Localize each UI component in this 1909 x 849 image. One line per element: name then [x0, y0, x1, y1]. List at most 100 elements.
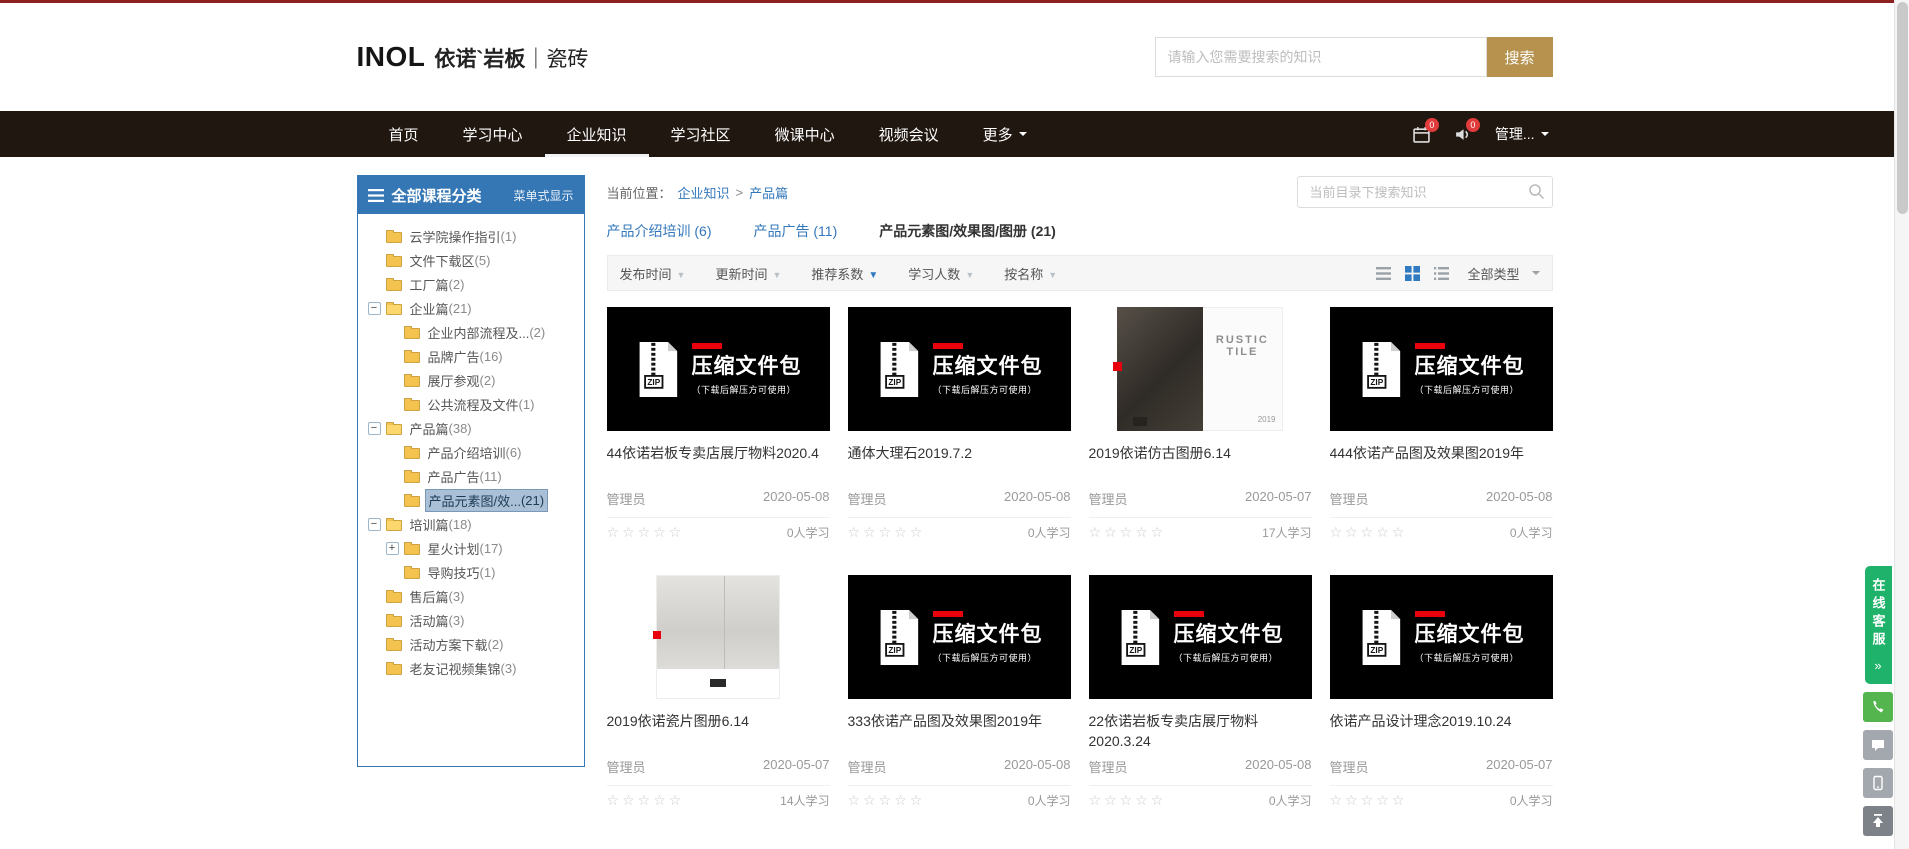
tree-item[interactable]: 活动方案下载(2) — [368, 632, 578, 656]
red-dash-decoration — [1415, 343, 1445, 349]
course-card[interactable]: ZIP 压缩文件包 （下载后解压方可使用） 444依诺产品图及效果图2019年 … — [1330, 307, 1553, 541]
course-card[interactable]: ZIP 压缩文件包 （下载后解压方可使用） 22依诺岩板专卖店展厅物料2020.… — [1089, 575, 1312, 809]
nav-item[interactable]: 首页 — [367, 111, 441, 157]
cover-image[interactable]: ZIP 压缩文件包 （下载后解压方可使用） — [1330, 307, 1553, 431]
tree-item[interactable]: −培训篇(18) — [368, 512, 578, 536]
course-card[interactable]: ZIP 压缩文件包 （下载后解压方可使用） 44依诺岩板专卖店展厅物料2020.… — [607, 307, 830, 541]
tree-item[interactable]: +星火计划(17) — [368, 536, 578, 560]
course-card[interactable]: ZIP 压缩文件包 （下载后解压方可使用） 通体大理石2019.7.2 管理员 … — [848, 307, 1071, 541]
tree-item[interactable]: 产品介绍培训(6) — [368, 440, 578, 464]
sort-option[interactable]: 学习人数 — [908, 264, 974, 283]
cover-image[interactable]: ZIP 压缩文件包 （下载后解压方可使用） — [848, 575, 1071, 699]
tree-item[interactable]: 工厂篇(2) — [368, 272, 578, 296]
folder-icon — [404, 568, 420, 579]
global-search-input[interactable] — [1155, 37, 1487, 77]
tree-item[interactable]: −产品篇(38) — [368, 416, 578, 440]
course-title[interactable]: 44依诺岩板专卖店展厅物料2020.4 — [607, 443, 830, 483]
back-to-top-button[interactable] — [1863, 806, 1893, 836]
directory-search-input[interactable] — [1297, 176, 1553, 208]
tree-item[interactable]: 文件下载区(5) — [368, 248, 578, 272]
cover-image[interactable]: ZIP 压缩文件包 （下载后解压方可使用） — [1089, 575, 1312, 699]
view-list-icon[interactable] — [1434, 267, 1449, 280]
cover-image[interactable]: ZIP 压缩文件包 （下载后解压方可使用） — [607, 307, 830, 431]
announcement-button[interactable]: 0 — [1454, 126, 1471, 143]
expander-spacer — [386, 494, 399, 507]
red-accent — [1113, 362, 1122, 371]
category-tab[interactable]: 产品介绍培训 (6) — [607, 221, 712, 241]
nav-item[interactable]: 更多 — [961, 111, 1049, 157]
tree-item[interactable]: 售后篇(3) — [368, 584, 578, 608]
view-grid-icon[interactable] — [1405, 266, 1420, 281]
course-title[interactable]: 22依诺岩板专卖店展厅物料2020.3.24 — [1089, 711, 1312, 751]
course-card[interactable]: 2019依诺瓷片图册6.14 管理员 2020-05-07 ☆☆☆☆☆ 14人学… — [607, 575, 830, 809]
nav-item[interactable]: 学习社区 — [649, 111, 753, 157]
cover-image[interactable] — [607, 575, 830, 699]
course-title[interactable]: 依诺产品设计理念2019.10.24 — [1330, 711, 1553, 751]
customer-service-button[interactable]: 在线客服 — [1865, 566, 1892, 684]
scrollbar-thumb[interactable] — [1897, 2, 1908, 214]
tree-item-label: 企业内部流程及... — [428, 323, 530, 342]
category-tab[interactable]: 产品元素图/效果图/图册 (21) — [879, 221, 1056, 241]
tree-item-label: 培训篇 — [410, 515, 449, 534]
tree-item-label-wrap: 活动篇(3) — [407, 610, 468, 631]
breadcrumb-link-knowledge[interactable]: 企业知识 — [678, 183, 730, 202]
nav-item[interactable]: 企业知识 — [545, 111, 649, 157]
tree-item[interactable]: −企业篇(21) — [368, 296, 578, 320]
category-tab[interactable]: 产品广告 (11) — [754, 221, 838, 241]
sort-option[interactable]: 发布时间 — [620, 264, 686, 283]
cover-image[interactable]: RUSTIC TILE 2019 — [1089, 307, 1312, 431]
course-title[interactable]: 2019依诺仿古图册6.14 — [1089, 443, 1312, 483]
tree-item[interactable]: 品牌广告(16) — [368, 344, 578, 368]
course-title[interactable]: 通体大理石2019.7.2 — [848, 443, 1071, 483]
nav-items: 首页学习中心企业知识学习社区 微课中心 视频会议更多 — [357, 111, 1049, 157]
course-title[interactable]: 444依诺产品图及效果图2019年 — [1330, 443, 1553, 483]
type-filter[interactable]: 全部类型 — [1467, 264, 1539, 283]
collapse-icon[interactable]: − — [368, 518, 381, 531]
admin-menu[interactable]: 管理... — [1495, 124, 1549, 144]
message-button[interactable] — [1863, 730, 1893, 760]
star-icon: ☆ — [1135, 792, 1151, 808]
tree-item[interactable]: 活动篇(3) — [368, 608, 578, 632]
sort-option[interactable]: 推荐系数 — [811, 264, 878, 283]
sort-option[interactable]: 按名称 — [1004, 264, 1057, 283]
tree-item[interactable]: 云学院操作指引(1) — [368, 224, 578, 248]
course-card[interactable]: ZIP 压缩文件包 （下载后解压方可使用） 依诺产品设计理念2019.10.24… — [1330, 575, 1553, 809]
view-large-icon[interactable] — [1376, 267, 1391, 280]
collapse-icon[interactable]: − — [368, 422, 381, 435]
cover-image[interactable]: ZIP 压缩文件包 （下载后解压方可使用） — [1330, 575, 1553, 699]
course-card[interactable]: ZIP 压缩文件包 （下载后解压方可使用） 333依诺产品图及效果图2019年 … — [848, 575, 1071, 809]
category-tabs: 产品介绍培训 (6) 产品广告 (11) 产品元素图/效果图/图册 (21) — [607, 221, 1553, 241]
tree-item-count: (1) — [519, 397, 535, 412]
calendar-button[interactable]: 0 — [1413, 126, 1430, 143]
nav-item[interactable]: 视频会议 — [857, 111, 961, 157]
phone-contact-button[interactable] — [1863, 692, 1893, 722]
tree-item[interactable]: 企业内部流程及...(2) — [368, 320, 578, 344]
tree-item-label-wrap: 云学院操作指引(1) — [407, 226, 520, 247]
nav-item-label: 微课中心 — [775, 124, 835, 145]
tree-item[interactable]: 老友记视频集锦(3) — [368, 656, 578, 680]
course-author: 管理员 — [1089, 757, 1128, 776]
course-meta: 管理员 2020-05-08 — [848, 757, 1071, 776]
tree-item-count: (3) — [449, 613, 465, 628]
tree-item[interactable]: 产品元素图/效...(21) — [368, 488, 578, 512]
tree-item[interactable]: 公共流程及文件(1) — [368, 392, 578, 416]
course-title[interactable]: 2019依诺瓷片图册6.14 — [607, 711, 830, 751]
sort-option[interactable]: 更新时间 — [715, 264, 781, 283]
tree-item[interactable]: 产品广告(11) — [368, 464, 578, 488]
course-card[interactable]: RUSTIC TILE 2019 2019依诺仿古图册6.14 管理员 2020… — [1089, 307, 1312, 541]
page-scrollbar[interactable] — [1894, 0, 1909, 849]
star-icon: ☆ — [894, 792, 910, 808]
course-title[interactable]: 333依诺产品图及效果图2019年 — [848, 711, 1071, 751]
expand-icon[interactable]: + — [386, 542, 399, 555]
mobile-app-button[interactable] — [1863, 768, 1893, 798]
tree-item[interactable]: 导购技巧(1) — [368, 560, 578, 584]
tree-item[interactable]: 展厅参观(2) — [368, 368, 578, 392]
menu-mode-toggle[interactable]: 菜单式显示 — [513, 187, 573, 204]
nav-item[interactable]: 学习中心 — [441, 111, 545, 157]
breadcrumb-link-category[interactable]: 产品篇 — [749, 183, 788, 202]
collapse-icon[interactable]: − — [368, 302, 381, 315]
global-search-button[interactable]: 搜索 — [1487, 37, 1553, 77]
cover-image[interactable]: ZIP 压缩文件包 （下载后解压方可使用） — [848, 307, 1071, 431]
nav-item[interactable]: 微课中心 — [753, 111, 857, 157]
search-icon[interactable] — [1528, 183, 1545, 205]
